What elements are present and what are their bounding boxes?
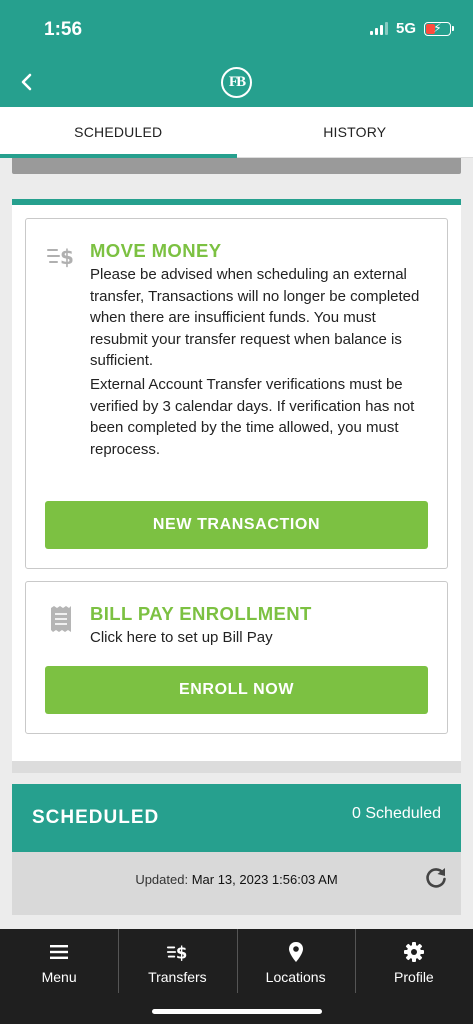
receipt-icon <box>51 606 71 632</box>
nav-profile-label: Profile <box>394 969 434 985</box>
bill-pay-subtitle[interactable]: Click here to set up Bill Pay <box>90 627 430 649</box>
move-money-title: MOVE MONEY <box>90 240 222 261</box>
transfer-dollar-icon: $ <box>166 941 188 963</box>
verification-notice-text: External Account Transfer verifications … <box>90 376 415 458</box>
back-button[interactable] <box>14 70 38 94</box>
transfer-dollar-icon: $ <box>47 245 74 269</box>
updated-prefix: Updated: <box>135 872 189 887</box>
tab-history[interactable]: HISTORY <box>237 107 473 157</box>
tab-scheduled[interactable]: SCHEDULED <box>0 107 237 157</box>
gear-icon <box>403 941 425 963</box>
scrolled-content-edge <box>12 158 461 174</box>
battery-charging-icon: ⚡ <box>424 21 454 36</box>
hamburger-menu-icon <box>48 941 70 963</box>
bank-logo: FB <box>221 67 252 98</box>
move-money-card: $ MOVE MONEY Please be advised when sche… <box>25 218 448 569</box>
refresh-button[interactable] <box>423 865 449 891</box>
last-updated-text: Updated: Mar 13, 2023 1:56:03 AM <box>12 872 461 887</box>
scheduled-count: 0 Scheduled <box>352 805 441 822</box>
updated-timestamp: Mar 13, 2023 1:56:03 AM <box>191 872 338 887</box>
svg-text:$: $ <box>60 245 74 269</box>
last-updated-bar: Updated: Mar 13, 2023 1:56:03 AM <box>12 852 461 915</box>
cellular-signal-icon <box>369 22 388 35</box>
home-indicator[interactable] <box>152 1009 322 1014</box>
scheduled-section-header: SCHEDULED 0 Scheduled <box>12 784 461 852</box>
bill-pay-card[interactable]: BILL PAY ENROLLMENT Click here to set up… <box>25 581 448 734</box>
tab-bar: SCHEDULED HISTORY <box>0 107 473 158</box>
nav-transfers-label: Transfers <box>148 969 207 985</box>
status-time: 1:56 <box>44 19 83 40</box>
map-pin-icon <box>285 941 307 963</box>
actions-panel: $ MOVE MONEY Please be advised when sche… <box>12 199 461 761</box>
transfer-notice-text: Please be advised when scheduling an ext… <box>90 266 420 369</box>
enroll-now-button[interactable]: ENROLL NOW <box>45 666 428 714</box>
svg-text:$: $ <box>176 943 187 962</box>
app-header: 1:56 5G ⚡ FB <box>0 0 473 107</box>
nav-locations-label: Locations <box>265 969 326 985</box>
status-indicators: 5G ⚡ <box>369 20 454 37</box>
new-transaction-button[interactable]: NEW TRANSACTION <box>45 501 428 549</box>
network-type: 5G <box>395 20 416 37</box>
section-divider <box>12 761 461 773</box>
bill-pay-title: BILL PAY ENROLLMENT <box>90 603 312 624</box>
scheduled-title: SCHEDULED <box>32 807 160 828</box>
nav-menu[interactable]: Menu <box>0 929 118 1024</box>
nav-menu-label: Menu <box>41 969 77 985</box>
refresh-icon <box>426 868 446 888</box>
chevron-left-icon <box>21 73 32 91</box>
nav-profile[interactable]: Profile <box>354 929 473 1024</box>
